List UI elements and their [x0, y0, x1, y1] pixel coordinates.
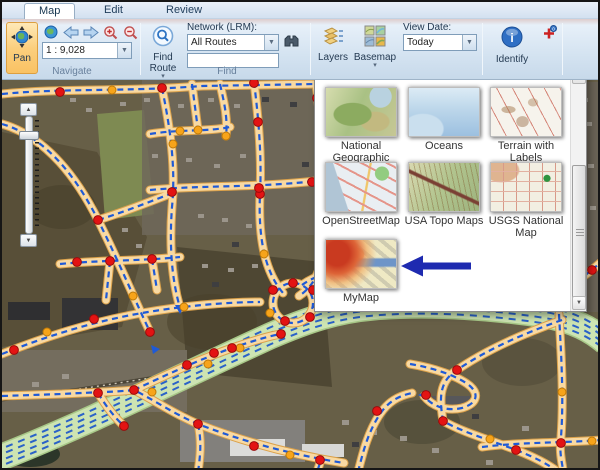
chevron-down-icon[interactable]: ▼: [117, 43, 131, 58]
tab-review[interactable]: Review: [152, 3, 216, 19]
basemap-item-label: MyMap: [321, 292, 401, 304]
basemap-item-label: OpenStreetMap: [321, 215, 401, 227]
scrollbar-thumb[interactable]: [572, 165, 586, 299]
basemap-item-usgs-national-map[interactable]: USGS National Map: [486, 162, 566, 239]
chevron-down-icon: ▾: [373, 63, 377, 69]
basemap-item-label: Terrain with Labels: [486, 140, 566, 164]
add-event-icon[interactable]: 0: [541, 25, 557, 46]
find-group-label: Find: [182, 66, 272, 77]
previous-extent-button[interactable]: [62, 24, 79, 40]
basemap-item-label: National Geographic: [321, 140, 401, 164]
basemap-item-usa-topo-maps[interactable]: USA Topo Maps: [404, 162, 484, 227]
find-route-label-1: Find: [153, 52, 172, 63]
pan-label: Pan: [13, 53, 31, 64]
annotation-arrow-icon: [399, 253, 474, 279]
svg-text:0: 0: [552, 27, 555, 32]
basemap-item-label: USA Topo Maps: [404, 215, 484, 227]
mymap-thumbnail[interactable]: [325, 239, 397, 289]
zoom-in-slider-button[interactable]: ▲: [20, 103, 37, 116]
national-geographic-thumbnail[interactable]: [325, 87, 397, 137]
terrain-with-labels-thumbnail[interactable]: [490, 87, 562, 137]
layers-icon: [322, 25, 344, 52]
ribbon-tabbar: Map Edit Review: [2, 2, 598, 19]
pan-globe-icon: [11, 26, 33, 53]
view-date-combobox[interactable]: Today ▼: [403, 34, 477, 51]
openstreetmap-thumbnail[interactable]: [325, 162, 397, 212]
find-route-button[interactable]: Find Route ▾: [145, 22, 181, 74]
network-lrm-combobox[interactable]: All Routes ▼: [187, 34, 279, 51]
oceans-thumbnail[interactable]: [408, 87, 480, 137]
full-extent-button[interactable]: [42, 24, 59, 40]
zoom-slider-thumb[interactable]: [19, 131, 39, 140]
group-divider: [482, 23, 483, 75]
group-divider: [310, 23, 311, 75]
network-lrm-label: Network (LRM):: [187, 22, 257, 33]
basemap-item-national-geographic[interactable]: National Geographic: [321, 87, 401, 164]
network-lrm-value: All Routes: [188, 35, 264, 50]
basemap-button[interactable]: Basemap ▾: [353, 22, 397, 74]
chevron-down-icon: ▾: [161, 74, 165, 80]
identify-button[interactable]: i Identify: [491, 22, 533, 74]
view-date-value: Today: [404, 35, 462, 50]
view-date-label: View Date:: [403, 22, 451, 33]
map-scale-value: 1 : 9,028: [43, 43, 117, 58]
tab-edit[interactable]: Edit: [90, 3, 137, 19]
info-circle-icon: i: [500, 25, 524, 54]
gallery-scrollbar[interactable]: ▲ ▼: [570, 69, 586, 311]
chevron-down-icon[interactable]: ▼: [462, 35, 476, 50]
zoom-out-button[interactable]: [122, 24, 139, 40]
basemap-gallery-panel: National Geographic Oceans Terrain with …: [314, 68, 587, 312]
basemap-item-oceans[interactable]: Oceans: [404, 87, 484, 152]
group-divider: [562, 23, 563, 75]
basemap-item-openstreetmap[interactable]: OpenStreetMap: [321, 162, 401, 227]
group-divider: [140, 23, 141, 75]
map-scale-combobox[interactable]: 1 : 9,028 ▼: [42, 42, 132, 59]
navigate-toolbar: [42, 24, 139, 40]
magnifier-circle-icon: [152, 25, 174, 52]
chevron-down-icon[interactable]: ▼: [264, 35, 278, 50]
layers-label: Layers: [318, 52, 348, 63]
basemap-tiles-icon: [364, 25, 386, 52]
ribbon: Pan 1 : 9,028 ▼ Navigate: [2, 19, 598, 80]
tab-map[interactable]: Map: [24, 3, 75, 19]
usgs-national-map-thumbnail[interactable]: [490, 162, 562, 212]
basemap-item-label: USGS National Map: [486, 215, 566, 239]
scrollbar-grip: [576, 229, 584, 236]
navigate-group-label: Navigate: [22, 66, 122, 77]
scroll-down-button[interactable]: ▼: [572, 296, 586, 310]
zoom-in-button[interactable]: [102, 24, 119, 40]
binoculars-icon[interactable]: [283, 34, 300, 54]
basemap-item-mymap[interactable]: MyMap: [321, 239, 401, 304]
identify-label: Identify: [496, 54, 528, 65]
basemap-item-terrain-with-labels[interactable]: Terrain with Labels: [486, 87, 566, 164]
basemap-item-label: Oceans: [404, 140, 484, 152]
zoom-out-slider-button[interactable]: ▼: [20, 234, 37, 247]
layers-button[interactable]: Layers: [315, 22, 351, 74]
event-editor-window: Map Edit Review Pan: [0, 0, 600, 470]
svg-text:i: i: [510, 31, 513, 45]
next-extent-button[interactable]: [82, 24, 99, 40]
usa-topo-maps-thumbnail[interactable]: [408, 162, 480, 212]
